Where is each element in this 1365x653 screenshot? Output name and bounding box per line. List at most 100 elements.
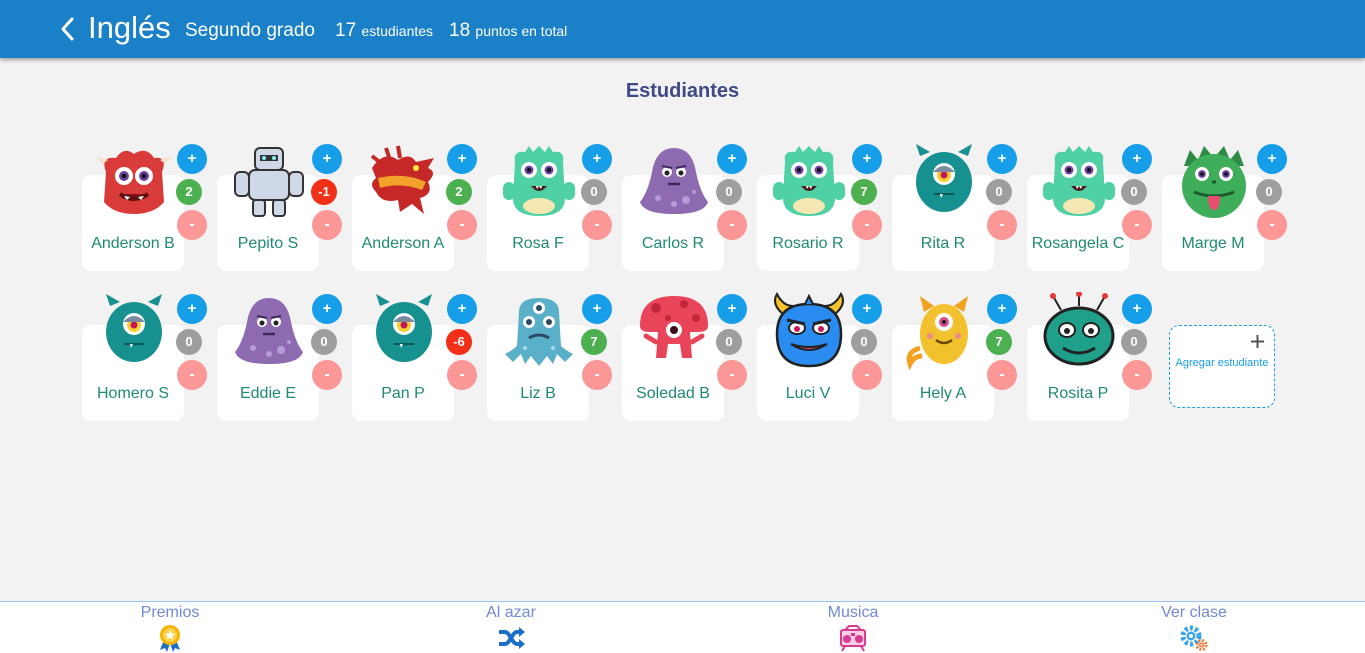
student-name: Rosita P xyxy=(1047,385,1109,402)
nav-al-azar-label: Al azar xyxy=(486,604,536,621)
purple-blob-icon[interactable] xyxy=(229,292,309,372)
student-name: Luci V xyxy=(785,385,831,402)
green-monster-icon[interactable] xyxy=(769,142,849,222)
add-point-button[interactable]: + xyxy=(852,144,882,174)
robot-golem-icon[interactable] xyxy=(229,142,309,222)
remove-point-button[interactable]: - xyxy=(852,360,882,390)
add-point-button[interactable]: + xyxy=(312,294,342,324)
red-dragon-icon[interactable] xyxy=(364,142,444,222)
add-student-label: Agregar estudiante xyxy=(1175,357,1269,369)
teal-cyclops-icon[interactable] xyxy=(364,292,444,372)
nav-premios-label: Premios xyxy=(140,604,200,621)
nav-ver-clase[interactable]: Ver clase xyxy=(1114,602,1274,653)
points-badge: 7 xyxy=(851,179,877,205)
nav-premios[interactable]: Premios xyxy=(90,602,250,653)
nav-ver-clase-label: Ver clase xyxy=(1161,604,1227,621)
remove-point-button[interactable]: - xyxy=(852,210,882,240)
student-name: Hely A xyxy=(919,385,967,402)
add-point-button[interactable]: + xyxy=(312,144,342,174)
teal-cyclops-icon[interactable] xyxy=(904,142,984,222)
points-badge: 0 xyxy=(986,179,1012,205)
points-badge: 0 xyxy=(716,329,742,355)
bottom-nav: Premios Al azar Musica Ver clase xyxy=(0,601,1365,653)
students-count-value: 17 xyxy=(335,20,357,41)
gears-icon xyxy=(1180,625,1208,651)
student-name: Liz B xyxy=(520,385,556,402)
points-badge: 0 xyxy=(311,329,337,355)
purple-blob-icon[interactable] xyxy=(634,142,714,222)
remove-point-button[interactable]: - xyxy=(447,360,477,390)
points-badge: -6 xyxy=(446,329,472,355)
remove-point-button[interactable]: - xyxy=(177,360,207,390)
student-name: Homero S xyxy=(96,385,170,402)
remove-point-button[interactable]: - xyxy=(312,210,342,240)
red-furry-monster-icon[interactable] xyxy=(94,142,174,222)
add-point-button[interactable]: + xyxy=(447,144,477,174)
green-monster-icon[interactable] xyxy=(1039,142,1119,222)
blue-horned-monster-icon[interactable] xyxy=(769,291,849,372)
points-badge: 0 xyxy=(1256,179,1282,205)
points-total: 18 puntos en total xyxy=(449,19,567,43)
remove-point-button[interactable]: - xyxy=(987,210,1017,240)
add-point-button[interactable]: + xyxy=(717,144,747,174)
remove-point-button[interactable]: - xyxy=(582,360,612,390)
add-point-button[interactable]: + xyxy=(987,294,1017,324)
points-total-label: puntos en total xyxy=(475,23,568,39)
points-badge: 7 xyxy=(986,329,1012,355)
add-point-button[interactable]: + xyxy=(717,294,747,324)
class-title: Inglés xyxy=(88,10,171,45)
student-name: Pepito S xyxy=(237,235,299,252)
student-name: Rosa F xyxy=(512,235,564,252)
add-point-button[interactable]: + xyxy=(177,144,207,174)
remove-point-button[interactable]: - xyxy=(987,360,1017,390)
nav-al-azar[interactable]: Al azar xyxy=(431,602,591,653)
green-tongue-monster-icon[interactable] xyxy=(1174,142,1254,222)
student-name: Anderson A xyxy=(361,235,445,252)
remove-point-button[interactable]: - xyxy=(717,210,747,240)
nav-musica-label: Musica xyxy=(827,604,879,621)
points-badge: 0 xyxy=(1121,179,1147,205)
remove-point-button[interactable]: - xyxy=(717,360,747,390)
blue-three-eyed-monster-icon[interactable] xyxy=(499,292,579,372)
teal-antenna-monster-icon[interactable] xyxy=(1039,291,1119,372)
add-point-button[interactable]: + xyxy=(447,294,477,324)
remove-point-button[interactable]: - xyxy=(582,210,612,240)
student-name: Anderson B xyxy=(91,235,175,252)
points-badge: 0 xyxy=(581,179,607,205)
points-badge: 0 xyxy=(1121,329,1147,355)
student-name: Eddie E xyxy=(239,385,297,402)
add-point-button[interactable]: + xyxy=(177,294,207,324)
teal-cyclops-icon[interactable] xyxy=(94,292,174,372)
points-badge: 2 xyxy=(446,179,472,205)
green-monster-icon[interactable] xyxy=(499,142,579,222)
section-title: Estudiantes xyxy=(625,80,740,102)
points-badge: -1 xyxy=(311,179,337,205)
points-badge: 0 xyxy=(176,329,202,355)
student-name: Pan P xyxy=(381,385,425,402)
points-badge: 7 xyxy=(581,329,607,355)
red-mushroom-monster-icon[interactable] xyxy=(634,292,714,372)
student-name: Rosario R xyxy=(772,235,844,252)
top-bar: Inglés Segundo grado 17 estudiantes 18 p… xyxy=(0,0,1365,58)
remove-point-button[interactable]: - xyxy=(312,360,342,390)
add-point-button[interactable]: + xyxy=(582,294,612,324)
add-plus-icon xyxy=(1251,335,1264,348)
add-point-button[interactable]: + xyxy=(1122,144,1152,174)
class-grade: Segundo grado xyxy=(185,20,315,41)
remove-point-button[interactable]: - xyxy=(1122,360,1152,390)
add-point-button[interactable]: + xyxy=(1257,144,1287,174)
award-ribbon-icon xyxy=(160,625,180,652)
remove-point-button[interactable]: - xyxy=(447,210,477,240)
remove-point-button[interactable]: - xyxy=(177,210,207,240)
add-student-button[interactable]: Agregar estudiante xyxy=(1169,325,1275,408)
yellow-cat-monster-icon[interactable] xyxy=(904,292,984,372)
remove-point-button[interactable]: - xyxy=(1257,210,1287,240)
points-badge: 0 xyxy=(851,329,877,355)
back-arrow-icon[interactable] xyxy=(58,16,78,42)
nav-musica[interactable]: Musica xyxy=(773,602,933,653)
remove-point-button[interactable]: - xyxy=(1122,210,1152,240)
add-point-button[interactable]: + xyxy=(582,144,612,174)
add-point-button[interactable]: + xyxy=(1122,294,1152,324)
add-point-button[interactable]: + xyxy=(852,294,882,324)
add-point-button[interactable]: + xyxy=(987,144,1017,174)
